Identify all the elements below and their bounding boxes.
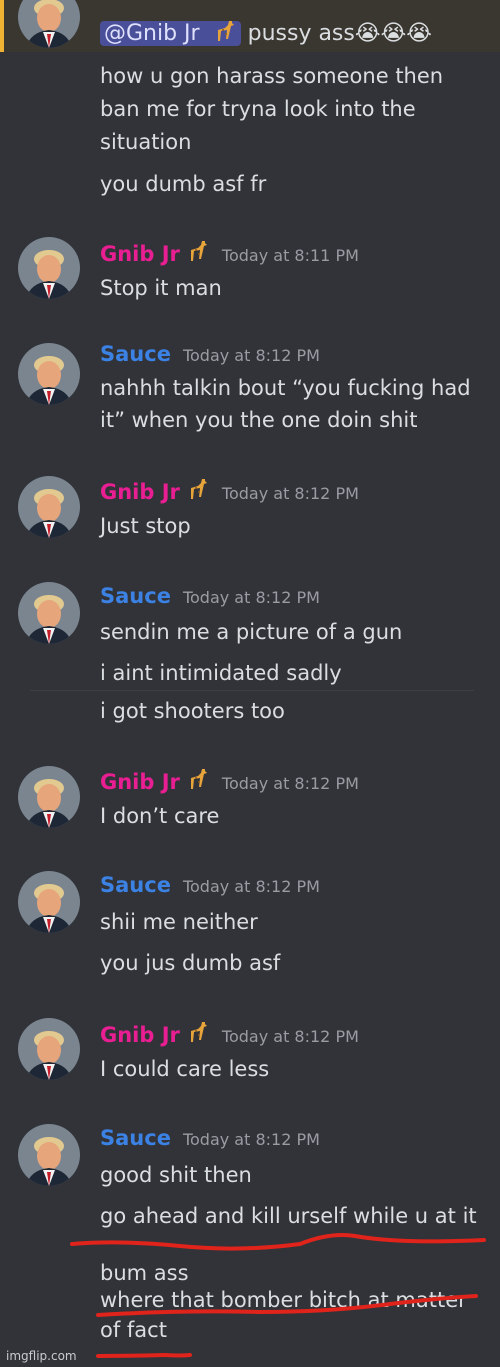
avatar[interactable] bbox=[18, 1018, 80, 1080]
avatar[interactable] bbox=[18, 1124, 80, 1186]
message-header: Gnib Jr Today at 8:12 PM bbox=[100, 476, 359, 504]
message-text: good shit then bbox=[100, 1163, 252, 1187]
giraffe-icon bbox=[217, 21, 234, 41]
timestamp: Today at 8:12 PM bbox=[221, 774, 359, 793]
avatar[interactable] bbox=[18, 766, 80, 828]
avatar-image bbox=[18, 237, 80, 299]
timestamp: Today at 8:12 PM bbox=[182, 588, 320, 607]
timestamp: Today at 8:11 PM bbox=[221, 246, 359, 265]
message-header: Sauce Today at 8:12 PM bbox=[100, 584, 320, 608]
username[interactable]: Sauce bbox=[100, 873, 171, 897]
message-text: i aint intimidated sadly bbox=[100, 661, 342, 685]
watermark: imgflip.com bbox=[6, 1349, 77, 1363]
message-header: Gnib Jr Today at 8:11 PM bbox=[100, 238, 359, 266]
avatar-image bbox=[18, 1124, 80, 1186]
message-text: you dumb asf fr bbox=[100, 172, 267, 196]
username[interactable]: Sauce bbox=[100, 1126, 171, 1150]
message-header: Sauce Today at 8:12 PM bbox=[100, 1126, 320, 1150]
avatar[interactable] bbox=[18, 237, 80, 299]
message-text: ban me for tryna look into the bbox=[100, 97, 416, 121]
message-text: Just stop bbox=[100, 514, 191, 538]
message-text: i got shooters too bbox=[100, 699, 285, 723]
message-text: it” when you the one doin shit bbox=[100, 408, 418, 432]
message-text: sendin me a picture of a gun bbox=[100, 620, 403, 644]
message-text: nahhh talkin bout “you fucking had bbox=[100, 376, 471, 400]
mention-highlight-bar bbox=[0, 0, 4, 52]
crying-emoji-icon: 😭😭😭 bbox=[354, 21, 432, 46]
giraffe-icon bbox=[190, 479, 207, 499]
message-text: pussy ass bbox=[247, 21, 355, 46]
username[interactable]: Sauce bbox=[100, 584, 171, 608]
avatar-image bbox=[18, 582, 80, 644]
avatar-image bbox=[18, 476, 80, 538]
mention-message-line: @Gnib Jr pussy ass😭😭😭 bbox=[100, 18, 432, 50]
username[interactable]: Gnib Jr bbox=[100, 1023, 180, 1047]
giraffe-icon bbox=[190, 1022, 207, 1042]
message-text: go ahead and kill urself while u at it bbox=[100, 1204, 477, 1228]
username[interactable]: Sauce bbox=[100, 342, 171, 366]
avatar[interactable] bbox=[18, 476, 80, 538]
timestamp: Today at 8:12 PM bbox=[182, 346, 320, 365]
timestamp: Today at 8:12 PM bbox=[182, 877, 320, 896]
message-text: situation bbox=[100, 130, 192, 154]
username[interactable]: Gnib Jr bbox=[100, 242, 180, 266]
message-text: shii me neither bbox=[100, 910, 258, 934]
username[interactable]: Gnib Jr bbox=[100, 770, 180, 794]
divider bbox=[30, 690, 474, 691]
timestamp: Today at 8:12 PM bbox=[221, 1027, 359, 1046]
message-header: Gnib Jr Today at 8:12 PM bbox=[100, 1019, 359, 1047]
username[interactable]: Gnib Jr bbox=[100, 480, 180, 504]
avatar[interactable] bbox=[18, 582, 80, 644]
message-text: of fact bbox=[100, 1318, 167, 1342]
avatar-image bbox=[18, 1018, 80, 1080]
message-header: Sauce Today at 8:12 PM bbox=[100, 873, 320, 897]
user-mention[interactable]: @Gnib Jr bbox=[100, 21, 241, 46]
avatar-image bbox=[18, 343, 80, 405]
message-header: Sauce Today at 8:12 PM bbox=[100, 342, 320, 366]
timestamp: Today at 8:12 PM bbox=[182, 1130, 320, 1149]
avatar[interactable] bbox=[18, 871, 80, 933]
message-text: you jus dumb asf bbox=[100, 951, 281, 975]
message-header: Gnib Jr Today at 8:12 PM bbox=[100, 766, 359, 794]
message-text: Stop it man bbox=[100, 276, 222, 300]
avatar-image bbox=[18, 766, 80, 828]
avatar[interactable] bbox=[18, 343, 80, 405]
message-text: I could care less bbox=[100, 1057, 270, 1081]
timestamp: Today at 8:12 PM bbox=[221, 484, 359, 503]
message-text: how u gon harass someone then bbox=[100, 64, 444, 88]
message-text: I don’t care bbox=[100, 804, 220, 828]
giraffe-icon bbox=[190, 769, 207, 789]
avatar-image bbox=[18, 871, 80, 933]
giraffe-icon bbox=[190, 241, 207, 261]
message-text: where that bomber bitch at matter bbox=[100, 1288, 467, 1312]
